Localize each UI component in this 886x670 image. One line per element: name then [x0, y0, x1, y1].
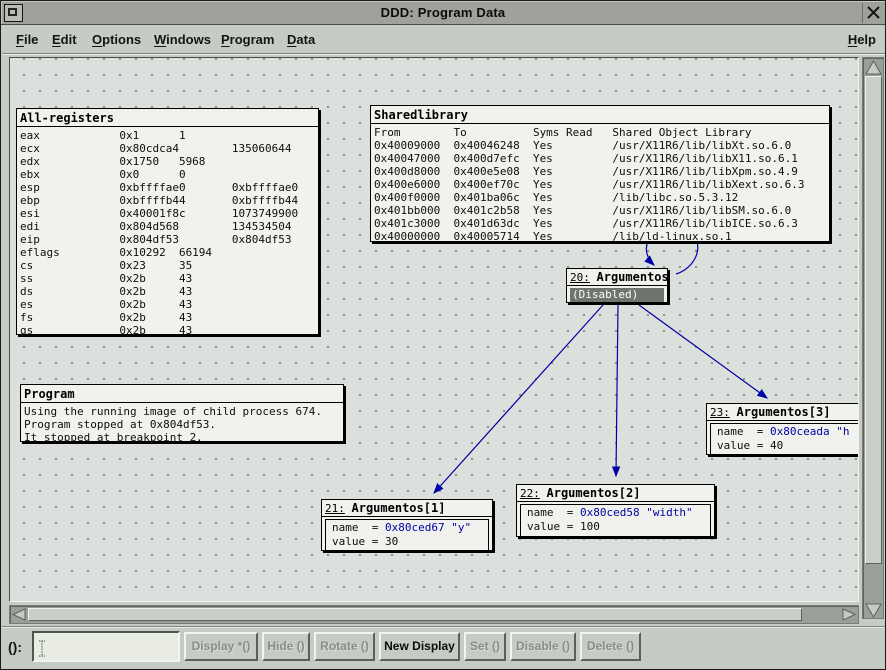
- left-arrow-icon: [12, 608, 26, 621]
- disable-button[interactable]: Disable (): [510, 632, 576, 661]
- scroll-down-button[interactable]: [865, 603, 882, 618]
- node-20-disabled-badge[interactable]: (Disabled): [570, 288, 664, 302]
- argument-input[interactable]: [32, 631, 180, 662]
- up-arrow-icon: [865, 60, 882, 75]
- node-20-id[interactable]: 20:: [570, 271, 590, 284]
- horizontal-scrollbar[interactable]: [9, 605, 859, 624]
- all-registers-title: All-registers: [17, 109, 318, 127]
- titlebar: DDD: Program Data: [1, 1, 885, 25]
- close-icon: [866, 5, 881, 20]
- menu-data[interactable]: Data: [287, 32, 315, 47]
- window-title: DDD: Program Data: [1, 5, 885, 20]
- edge-20-to-22: [616, 305, 618, 476]
- program-status-title: Program: [21, 385, 343, 403]
- argument-toolbar: (): Display *() Hide () Rotate () New Di…: [2, 626, 886, 670]
- node-21-value-label: value =: [332, 535, 385, 548]
- edge-20-to-23: [639, 305, 767, 398]
- menu-help[interactable]: Help: [848, 32, 876, 47]
- node-21-value-value: 30: [385, 535, 398, 548]
- node-21-id[interactable]: 21:: [325, 502, 345, 515]
- close-button[interactable]: [862, 3, 883, 23]
- node-21-argumentos-1[interactable]: 21: Argumentos[1] name = 0x80ced67 "y"va…: [321, 499, 493, 551]
- node-22-argumentos-2[interactable]: 22: Argumentos[2] name = 0x80ced58 "widt…: [516, 484, 715, 537]
- node-22-title: 22: Argumentos[2]: [517, 485, 714, 502]
- node-23-value-label: value =: [717, 439, 770, 452]
- menu-options[interactable]: Options: [92, 32, 141, 47]
- node-23-name-value: 0x80ceada "h: [770, 425, 849, 438]
- node-23-name-label: name =: [717, 425, 770, 438]
- node-22-value-value: 100: [580, 520, 600, 533]
- text-cursor-icon: [38, 640, 46, 657]
- node-22-id[interactable]: 22:: [520, 487, 540, 500]
- ddd-program-data-window: DDD: Program Data File Edit Options Wind…: [0, 0, 886, 670]
- all-registers-display[interactable]: All-registers eax 0x1 1 ecx 0x80cdca4 13…: [16, 108, 319, 335]
- edge-20-to-21: [434, 305, 603, 493]
- node-21-title: 21: Argumentos[1]: [322, 500, 492, 517]
- node-23-struct[interactable]: name = 0x80ceada "hvalue = 40: [710, 423, 859, 456]
- sharedlibrary-rows: From To Syms Read Shared Object Library …: [371, 124, 829, 244]
- horizontal-scroll-thumb[interactable]: [28, 608, 802, 621]
- set-button[interactable]: Set (): [464, 632, 506, 661]
- scroll-left-button[interactable]: [12, 608, 26, 626]
- program-status-lines: Using the running image of child process…: [21, 403, 343, 445]
- new-display-button[interactable]: New Display: [379, 632, 460, 661]
- data-display-canvas[interactable]: All-registers eax 0x1 1 ecx 0x80cdca4 13…: [9, 57, 859, 602]
- sharedlibrary-display[interactable]: Sharedlibrary From To Syms Read Shared O…: [370, 105, 830, 242]
- argument-prompt: ():: [8, 639, 22, 655]
- program-status-display[interactable]: Program Using the running image of child…: [20, 384, 344, 442]
- node-22-name-value: 0x80ced58 "width": [580, 506, 693, 519]
- node-23-id[interactable]: 23:: [710, 406, 730, 419]
- menu-edit[interactable]: Edit: [52, 32, 77, 47]
- node-21-name-label: name =: [332, 521, 385, 534]
- node-21-name-value: 0x80ced67 "y": [385, 521, 471, 534]
- node-20-argumentos[interactable]: 20: Argumentos (Disabled): [566, 268, 668, 303]
- menu-file[interactable]: File: [16, 32, 38, 47]
- node-20-title: 20: Argumentos: [567, 269, 667, 286]
- node-22-value-label: value =: [527, 520, 580, 533]
- display-button[interactable]: Display *(): [184, 632, 258, 661]
- all-registers-rows: eax 0x1 1 ecx 0x80cdca4 135060644 edx 0x…: [17, 127, 318, 338]
- vertical-scrollbar[interactable]: [862, 57, 884, 619]
- node-21-struct[interactable]: name = 0x80ced67 "y"value = 30: [325, 519, 489, 552]
- right-arrow-icon: [842, 608, 856, 621]
- hide-button[interactable]: Hide (): [262, 632, 310, 661]
- menu-windows[interactable]: Windows: [154, 32, 211, 47]
- menubar: File Edit Options Windows Program Data H…: [2, 26, 886, 54]
- delete-button[interactable]: Delete (): [580, 632, 641, 661]
- rotate-button[interactable]: Rotate (): [314, 632, 375, 661]
- menu-program[interactable]: Program: [221, 32, 274, 47]
- node-23-value-value: 40: [770, 439, 783, 452]
- scroll-up-button[interactable]: [865, 60, 882, 75]
- node-23-title: 23: Argumentos[3]: [707, 404, 859, 421]
- node-22-struct[interactable]: name = 0x80ced58 "width"value = 100: [520, 504, 711, 537]
- scroll-right-button[interactable]: [842, 608, 856, 626]
- vertical-scroll-thumb[interactable]: [865, 76, 882, 564]
- node-22-name-label: name =: [527, 506, 580, 519]
- node-23-argumentos-3[interactable]: 23: Argumentos[3] name = 0x80ceada "hval…: [706, 403, 859, 455]
- down-arrow-icon: [865, 603, 882, 618]
- sharedlibrary-title: Sharedlibrary: [371, 106, 829, 124]
